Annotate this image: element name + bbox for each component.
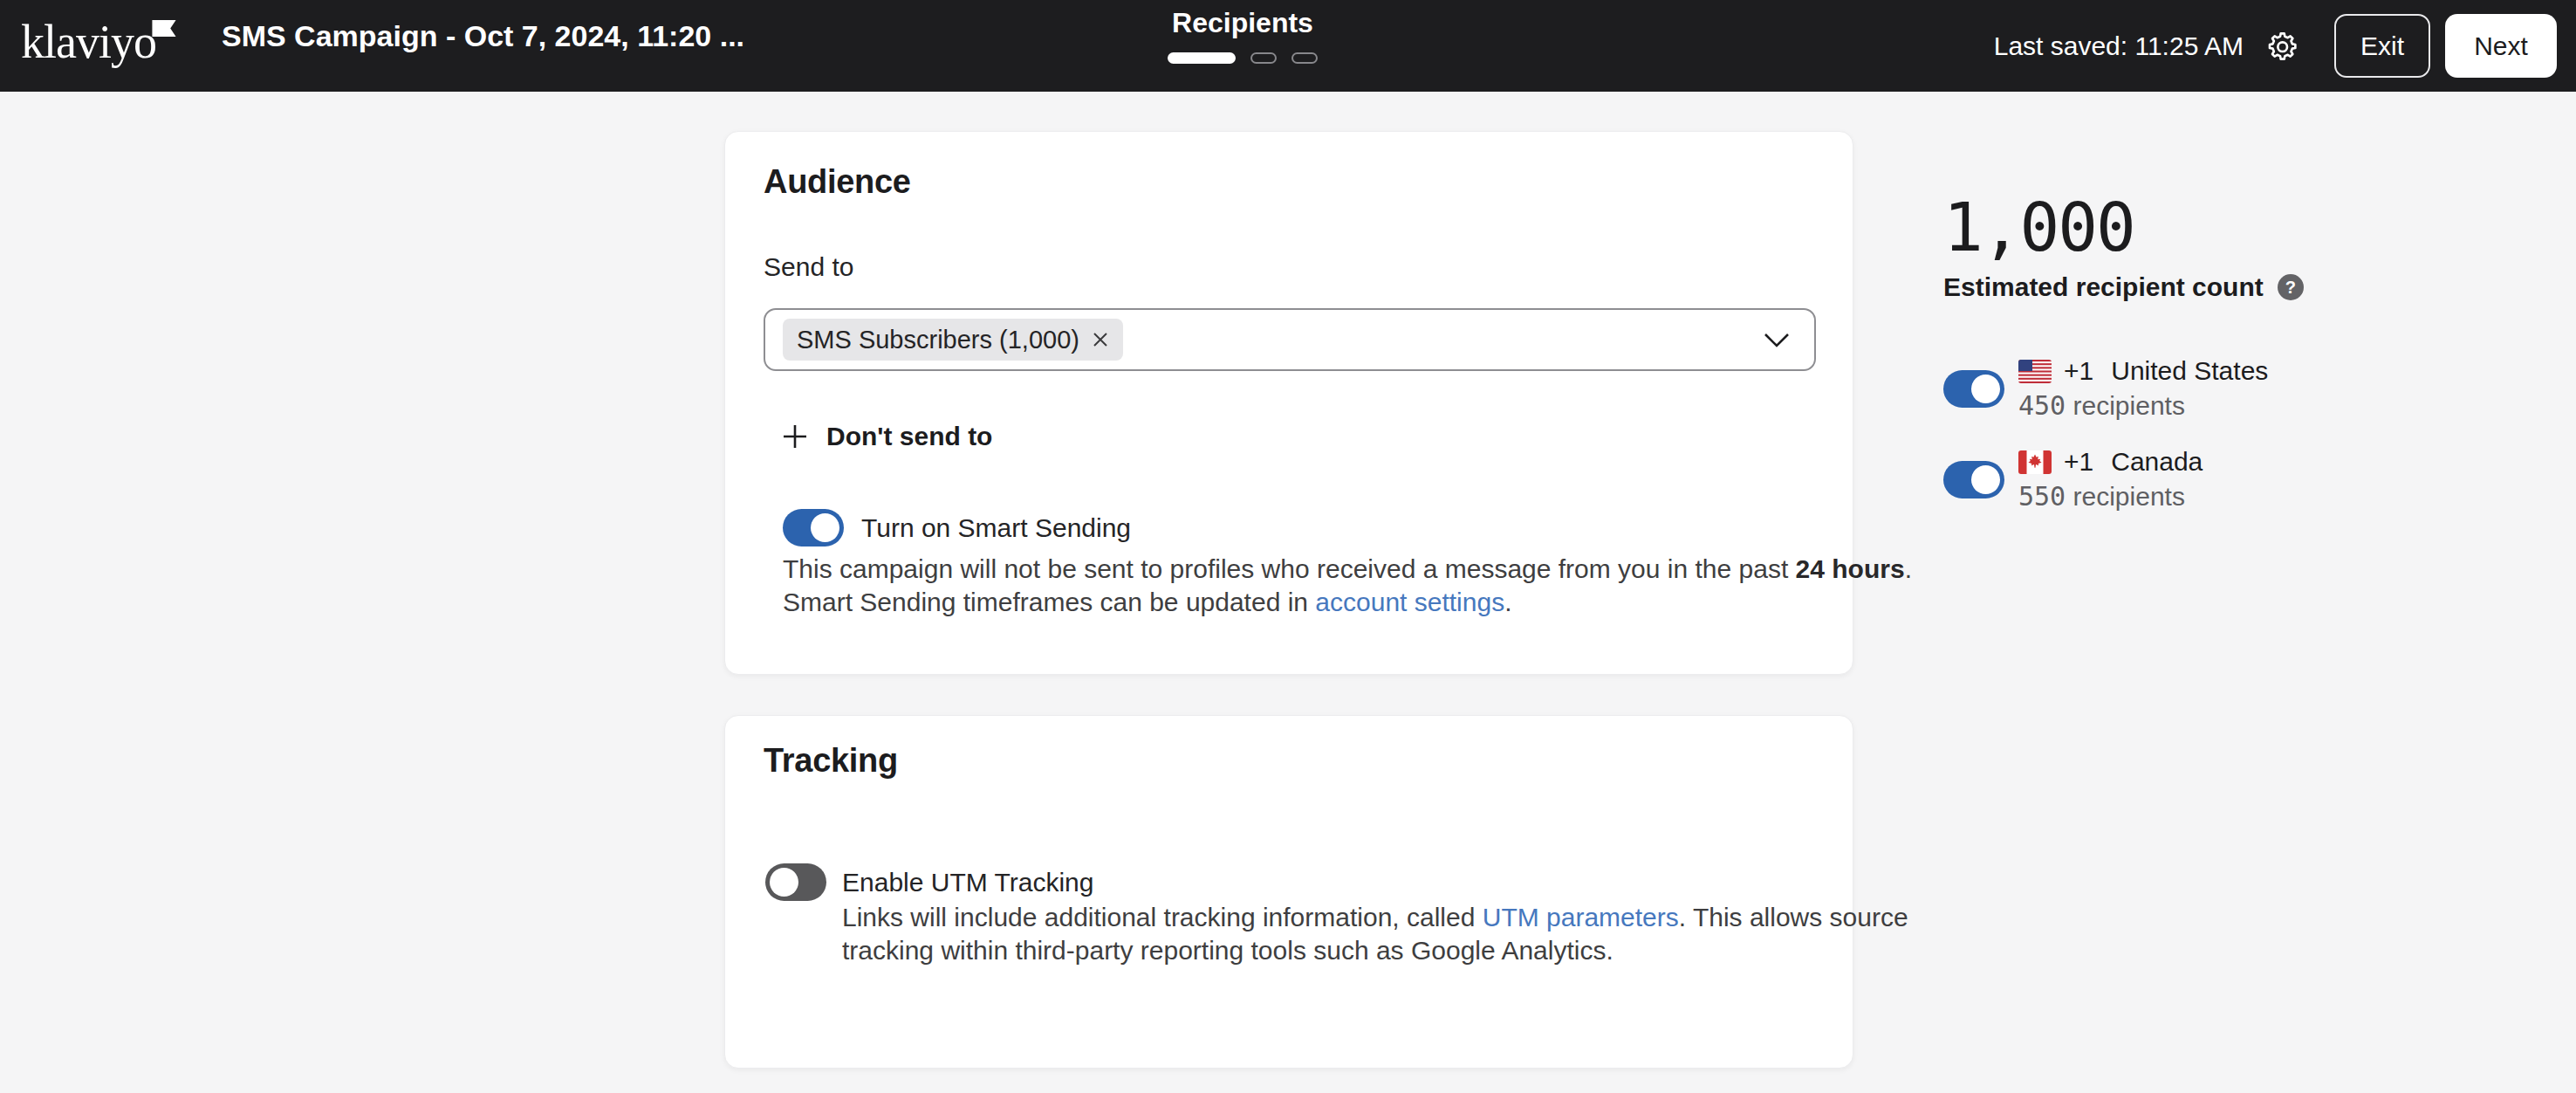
send-to-combobox[interactable]: SMS Subscribers (1,000) [764,308,1816,371]
last-saved-text: Last saved: 11:25 AM [1994,31,2244,61]
smart-sending-label: Turn on Smart Sending [861,513,1131,543]
klaviyo-logo-text: klaviyo [21,16,156,68]
smart-sending-hours: 24 hours [1796,554,1905,583]
region-name: Canada [2111,447,2203,477]
remove-tag-icon[interactable] [1092,331,1109,348]
utm-desc-line2: tracking within third-party reporting to… [842,934,1908,967]
dont-send-to-label: Don't send to [826,422,992,451]
utm-tracking-row: Enable UTM Tracking Links will include a… [765,863,1908,967]
progress-pills [1168,52,1318,64]
toggle-knob [770,868,798,897]
settings-gear-icon[interactable] [2264,29,2299,64]
smart-sending-row: Turn on Smart Sending [783,509,1131,546]
step-label: Recipients [1172,7,1313,38]
smart-sending-desc-line1: This campaign will not be sent to profil… [783,553,1912,586]
progress-step-3 [1291,52,1318,64]
exit-button[interactable]: Exit [2334,14,2430,78]
us-flag-icon [2018,360,2052,383]
audience-tag: SMS Subscribers (1,000) [783,319,1123,361]
region-name: United States [2111,356,2268,386]
next-button[interactable]: Next [2445,14,2557,78]
region-list: +1 United States 450 recipients +1 Canad… [1943,356,2502,512]
united-states-toggle[interactable] [1943,370,2004,408]
dont-send-to-button[interactable]: Don't send to [781,422,992,451]
tracking-card: Tracking Enable UTM Tracking Links will … [724,715,1853,1069]
utm-tracking-toggle[interactable] [765,863,826,901]
region-code: +1 [2064,447,2093,477]
canada-flag-icon [2018,450,2052,474]
region-recipients: 450 recipients [2018,390,2268,421]
smart-sending-toggle[interactable] [783,509,844,546]
klaviyo-flag-icon [152,20,176,37]
audience-tag-label: SMS Subscribers (1,000) [797,326,1079,354]
utm-tracking-description: Links will include additional tracking i… [842,901,1908,967]
region-code: +1 [2064,356,2093,386]
chevron-down-icon[interactable] [1764,333,1790,347]
utm-desc-line1: Links will include additional tracking i… [842,901,1908,934]
estimated-recipient-label: Estimated recipient count [1943,272,2264,302]
recipient-summary: 1,000 Estimated recipient count ? +1 Uni… [1943,190,2502,512]
region-row-united-states: +1 United States 450 recipients [1943,356,2502,421]
audience-title: Audience [764,163,911,201]
stepper: Recipients [1167,7,1319,64]
smart-sending-description: This campaign will not be sent to profil… [783,553,1912,619]
topbar: klaviyo SMS Campaign - Oct 7, 2024, 11:2… [0,0,2576,92]
tracking-title: Tracking [764,742,898,780]
smart-sending-desc-line2: Smart Sending timeframes can be updated … [783,586,1912,619]
plus-icon [781,423,809,450]
topbar-actions: Last saved: 11:25 AM Exit Next [1994,0,2557,92]
send-to-label: Send to [764,252,853,282]
estimated-recipient-count: 1,000 [1943,190,2502,265]
toggle-knob [1971,375,2000,403]
utm-tracking-label: Enable UTM Tracking [842,864,1908,901]
campaign-title: SMS Campaign - Oct 7, 2024, 11:20 ... [222,19,744,52]
progress-step-2 [1250,52,1277,64]
canada-toggle[interactable] [1943,461,2004,498]
account-settings-link[interactable]: account settings [1315,588,1504,616]
toggle-knob [1971,465,2000,494]
utm-parameters-link[interactable]: UTM parameters [1483,903,1679,931]
region-row-canada: +1 Canada 550 recipients [1943,447,2502,512]
toggle-knob [811,513,839,542]
help-icon[interactable]: ? [2278,274,2304,300]
audience-card: Audience Send to SMS Subscribers (1,000)… [724,131,1853,675]
klaviyo-logo[interactable]: klaviyo [21,7,156,77]
progress-step-1 [1168,52,1236,64]
region-recipients: 550 recipients [2018,481,2203,512]
